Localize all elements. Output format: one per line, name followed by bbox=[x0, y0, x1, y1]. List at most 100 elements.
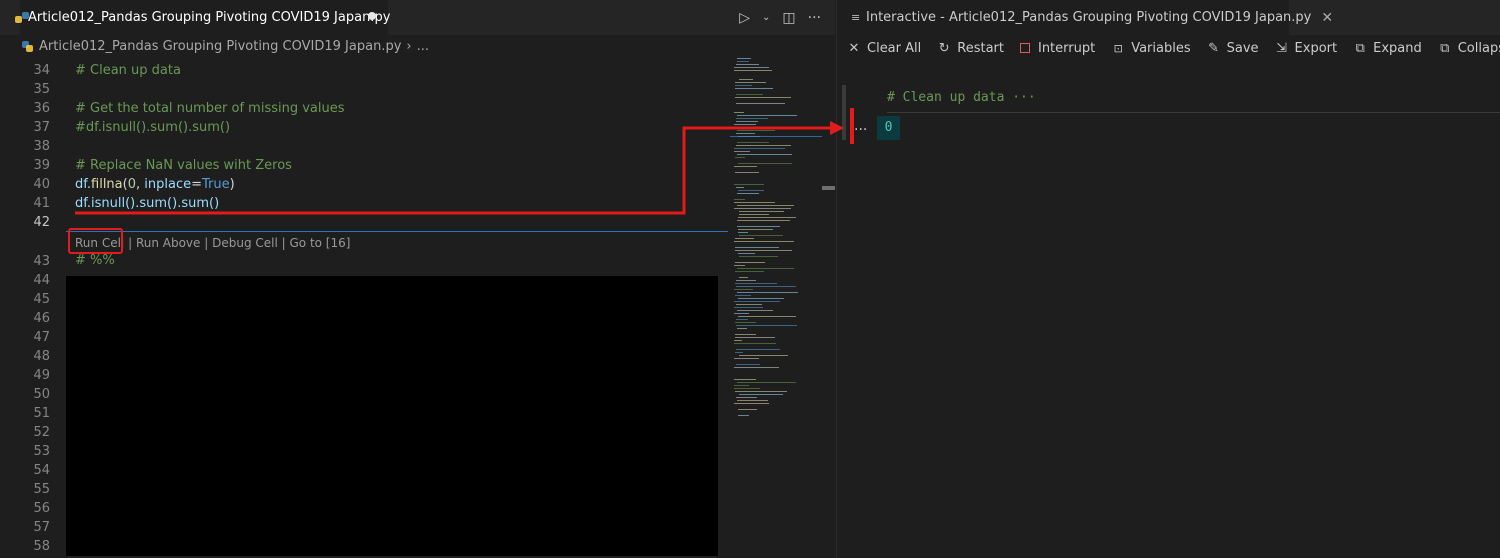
interrupt-button[interactable]: Interrupt bbox=[1019, 40, 1096, 56]
save-icon: ✎ bbox=[1208, 40, 1220, 56]
collapse-label: Collapse bbox=[1457, 40, 1500, 56]
minimap-line bbox=[734, 388, 760, 389]
minimap-line bbox=[734, 358, 759, 359]
minimap-line bbox=[735, 157, 745, 158]
code-token: fillna bbox=[91, 177, 123, 192]
minimap-line bbox=[735, 295, 751, 296]
restart-icon: ↻ bbox=[938, 40, 950, 56]
minimap-line bbox=[736, 280, 756, 281]
breadcrumb-more[interactable]: ... bbox=[417, 39, 429, 54]
code-line-37[interactable]: #df.isnull().sum().sum() bbox=[75, 118, 230, 137]
minimap-line bbox=[734, 313, 749, 314]
minimap-line bbox=[737, 205, 794, 206]
collapse-button[interactable]: ⧉ Collapse bbox=[1438, 41, 1500, 56]
minimap-line bbox=[738, 190, 764, 191]
redacted-area bbox=[66, 276, 718, 556]
minimap-line bbox=[734, 385, 749, 386]
clear-all-button[interactable]: ✕ Clear All bbox=[847, 41, 922, 56]
minimap-line bbox=[737, 382, 796, 383]
line-number: 51 bbox=[33, 406, 50, 421]
minimap-line bbox=[736, 304, 762, 305]
code-line-41[interactable]: df.isnull().sum().sum() bbox=[75, 194, 219, 213]
cell-divider bbox=[887, 112, 1500, 113]
minimap-line bbox=[736, 397, 757, 398]
minimap-line bbox=[735, 334, 756, 335]
minimap-line bbox=[736, 349, 780, 350]
run-icon[interactable]: ▷ bbox=[739, 10, 750, 26]
interactive-window-icon: ≡ bbox=[851, 11, 861, 24]
minimap-line bbox=[739, 355, 788, 356]
python-file-icon bbox=[22, 40, 33, 52]
interactive-tab[interactable]: ≡ Interactive - Article012_Pandas Groupi… bbox=[837, 0, 1333, 35]
minimap-line bbox=[735, 352, 743, 353]
minimap-line bbox=[735, 250, 792, 251]
minimap-line bbox=[736, 286, 796, 287]
code-token: inplace bbox=[144, 177, 192, 192]
minimap-line bbox=[735, 271, 764, 272]
run-above-link[interactable]: Run Above bbox=[136, 236, 200, 250]
code-line-34[interactable]: # Clean up data bbox=[75, 61, 181, 80]
minimap-line bbox=[735, 172, 759, 173]
go-to-link[interactable]: Go to [16] bbox=[289, 236, 350, 250]
interrupt-label: Interrupt bbox=[1037, 40, 1096, 56]
minimap[interactable] bbox=[730, 56, 822, 558]
minimap-line bbox=[735, 322, 756, 323]
minimap-line bbox=[734, 151, 750, 152]
line-number: 37 bbox=[33, 120, 50, 135]
stop-icon bbox=[1019, 43, 1030, 53]
interactive-scrollbar[interactable] bbox=[842, 85, 846, 140]
editor-scrollbar[interactable] bbox=[822, 56, 835, 558]
minimap-line bbox=[734, 124, 756, 125]
restart-label: Restart bbox=[957, 40, 1004, 56]
editor-tab[interactable]: Article012_Pandas Grouping Pivoting COVI… bbox=[15, 0, 390, 35]
line-number: 53 bbox=[33, 444, 50, 459]
code-line-39[interactable]: # Replace NaN values wiht Zeros bbox=[75, 156, 292, 175]
collapse-icon: ⧉ bbox=[1440, 40, 1450, 56]
debug-cell-link[interactable]: Debug Cell bbox=[212, 236, 278, 250]
unsaved-dot-icon[interactable] bbox=[368, 12, 376, 20]
save-button[interactable]: ✎ Save bbox=[1207, 40, 1258, 56]
expand-button[interactable]: ⧉ Expand bbox=[1353, 40, 1421, 56]
minimap-line bbox=[739, 79, 753, 80]
minimap-line bbox=[734, 241, 794, 242]
cell-output-value: 0 bbox=[884, 120, 893, 135]
minimap-line bbox=[734, 166, 757, 167]
breadcrumb-file[interactable]: Article012_Pandas Grouping Pivoting COVI… bbox=[39, 39, 401, 54]
line-number: 38 bbox=[33, 139, 50, 154]
code-line-40[interactable]: df.fillna(0, inplace=True) bbox=[75, 175, 235, 194]
split-editor-icon[interactable]: ◫ bbox=[782, 10, 795, 26]
variables-icon: ⊡ bbox=[1113, 41, 1123, 55]
minimap-line bbox=[734, 67, 769, 68]
minimap-line bbox=[736, 319, 748, 320]
minimap-line bbox=[737, 193, 759, 194]
interactive-tab-bar: ≡ Interactive - Article012_Pandas Groupi… bbox=[837, 0, 1500, 35]
close-icon[interactable]: ✕ bbox=[1321, 10, 1333, 26]
chevron-down-icon[interactable]: ⌄ bbox=[762, 12, 770, 23]
line-number: 36 bbox=[33, 101, 50, 116]
minimap-line bbox=[734, 265, 745, 266]
minimap-line bbox=[734, 340, 742, 341]
line-number: 56 bbox=[33, 501, 50, 516]
scrollbar-thumb[interactable] bbox=[822, 186, 835, 190]
variables-button[interactable]: ⊡ Variables bbox=[1111, 41, 1191, 56]
line-number: 39 bbox=[33, 158, 50, 173]
line-number: 45 bbox=[33, 292, 50, 307]
minimap-line bbox=[738, 232, 748, 233]
minimap-line bbox=[738, 253, 755, 254]
expand-icon: ⧉ bbox=[1355, 40, 1365, 56]
minimap-line bbox=[738, 415, 749, 416]
interactive-cell-code[interactable]: # Clean up data ··· bbox=[887, 90, 1036, 105]
restart-button[interactable]: ↻ Restart bbox=[937, 41, 1004, 56]
code-line-36[interactable]: # Get the total number of missing values bbox=[75, 99, 345, 118]
minimap-line bbox=[735, 391, 787, 392]
output-collapse-toggle[interactable]: ... bbox=[854, 118, 867, 134]
minimap-line bbox=[734, 307, 763, 308]
more-actions-icon[interactable]: ··· bbox=[808, 10, 821, 26]
minimap-line bbox=[734, 202, 775, 203]
code-token: = bbox=[191, 177, 202, 192]
minimap-line bbox=[734, 70, 772, 71]
minimap-line bbox=[738, 298, 784, 299]
interactive-tab-title: Interactive - Article012_Pandas Grouping… bbox=[866, 10, 1312, 25]
export-button[interactable]: ⇲ Export bbox=[1275, 41, 1337, 56]
line-number: 46 bbox=[33, 311, 50, 326]
